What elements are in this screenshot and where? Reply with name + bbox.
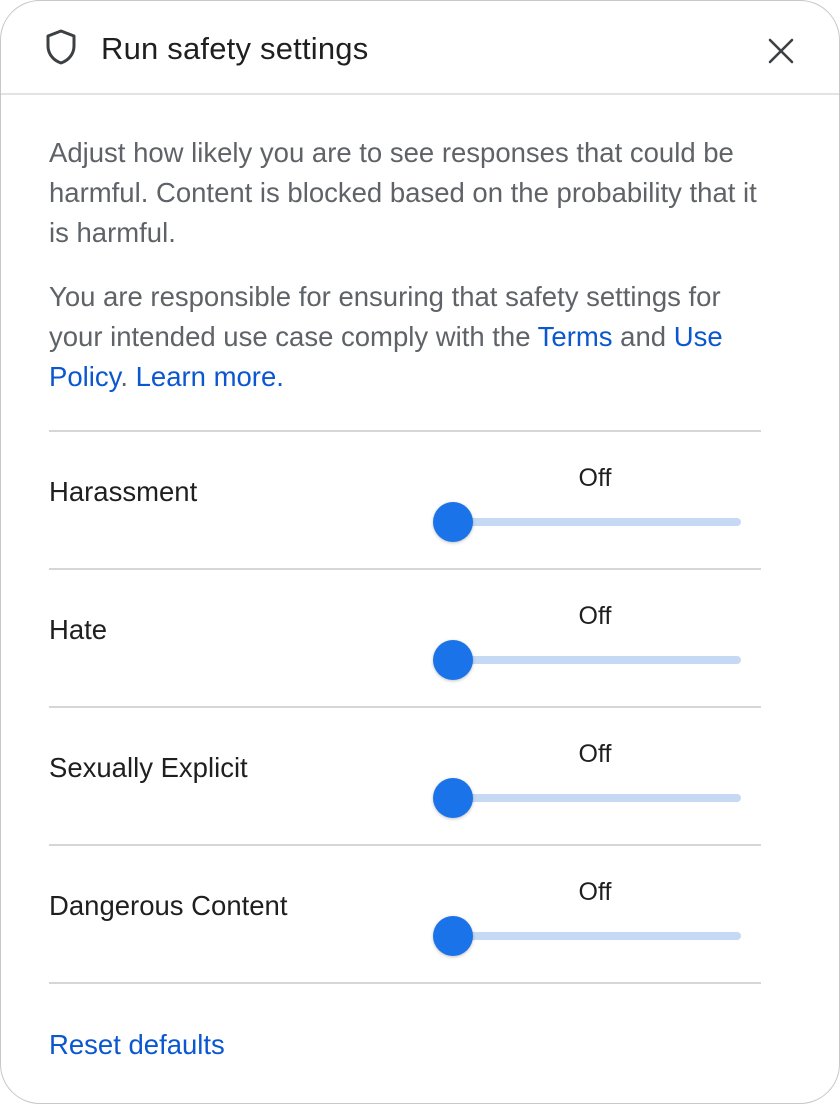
- setting-row-dangerous-content: Dangerous Content Off: [49, 844, 761, 984]
- slider-thumb[interactable]: [433, 916, 473, 956]
- slider-thumb[interactable]: [433, 640, 473, 680]
- slider-track: [453, 656, 741, 664]
- slider-thumb[interactable]: [433, 778, 473, 818]
- setting-value: Off: [578, 602, 612, 630]
- setting-label: Dangerous Content: [49, 890, 288, 921]
- hate-slider[interactable]: [433, 638, 743, 682]
- close-button[interactable]: [757, 29, 805, 77]
- reset-defaults-button[interactable]: Reset defaults: [49, 1025, 225, 1065]
- slider-thumb[interactable]: [433, 502, 473, 542]
- responsibility-text-and: and: [612, 321, 674, 352]
- setting-label: Sexually Explicit: [49, 752, 248, 783]
- slider-track: [453, 794, 741, 802]
- setting-label: Harassment: [49, 476, 198, 507]
- description-paragraph: Adjust how likely you are to see respons…: [49, 137, 757, 248]
- terms-link[interactable]: Terms: [538, 321, 613, 352]
- dialog-description: Adjust how likely you are to see respons…: [49, 133, 769, 397]
- setting-value: Off: [578, 464, 612, 492]
- learn-more-link[interactable]: Learn more: [136, 361, 277, 392]
- close-icon: [768, 38, 794, 69]
- slider-track: [453, 932, 741, 940]
- dialog-title: Run safety settings: [101, 31, 369, 66]
- responsibility-text-end: .: [276, 361, 284, 392]
- setting-value: Off: [578, 878, 612, 906]
- setting-row-sexually-explicit: Sexually Explicit Off: [49, 706, 761, 844]
- setting-value: Off: [578, 740, 612, 768]
- sexually-explicit-slider[interactable]: [433, 776, 743, 820]
- shield-icon: [45, 29, 77, 65]
- safety-settings-dialog: Run safety settings Adjust how likely yo…: [0, 0, 840, 1104]
- dangerous-content-slider[interactable]: [433, 914, 743, 958]
- setting-row-harassment: Harassment Off: [49, 430, 761, 568]
- setting-label: Hate: [49, 614, 108, 645]
- slider-track: [453, 518, 741, 526]
- responsibility-paragraph: You are responsible for ensuring that sa…: [49, 277, 769, 397]
- safety-settings-list: Harassment Off Hate Off Sexually Explici…: [49, 430, 761, 984]
- responsibility-text-period: .: [120, 361, 136, 392]
- setting-row-hate: Hate Off: [49, 568, 761, 706]
- dialog-header: Run safety settings: [1, 1, 839, 95]
- harassment-slider[interactable]: [433, 500, 743, 544]
